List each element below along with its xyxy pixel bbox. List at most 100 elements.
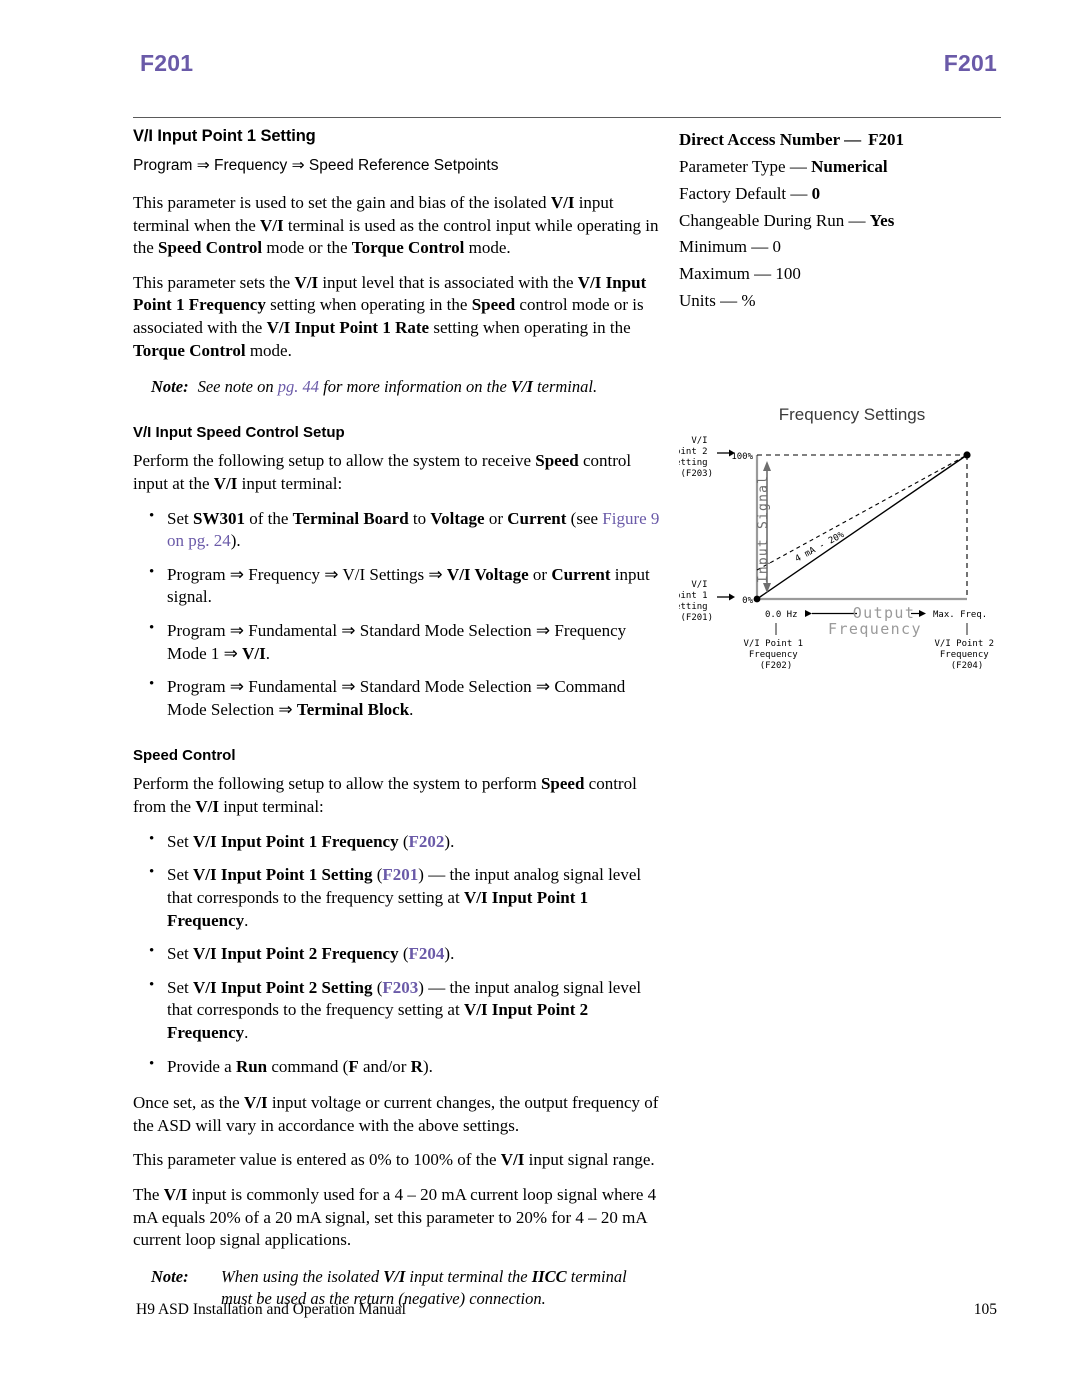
- text-fragment: to: [408, 508, 431, 528]
- text-fragment: input terminal:: [237, 473, 343, 493]
- text-bold: Current: [551, 564, 611, 584]
- running-head-right: F201: [943, 50, 997, 76]
- text-fragment: or: [484, 508, 508, 528]
- text-fragment: .: [409, 699, 414, 719]
- navigation-path: Program ⇒ Frequency ⇒ Speed Reference Se…: [133, 157, 499, 174]
- text-fragment: Provide a: [167, 1056, 236, 1076]
- text-fragment: Set: [167, 977, 193, 997]
- text-fragment: The: [133, 1185, 164, 1204]
- label-line: Setting: [679, 458, 708, 468]
- label-line: Frequency: [940, 650, 989, 660]
- cross-reference-link[interactable]: F201: [382, 865, 418, 884]
- text-fragment: Perform the following setup to allow the…: [133, 774, 541, 794]
- page-content: V/I Input Point 1 Setting Program ⇒ Freq…: [133, 117, 1001, 1310]
- text-fragment: mode.: [245, 340, 292, 360]
- parameter-value: Yes: [869, 210, 895, 230]
- chart-x-tick-right: Max. Freq.: [933, 610, 987, 620]
- cross-reference-link[interactable]: F204: [409, 944, 445, 963]
- heading-vi-input-speed-control-setup: V/I Input Speed Control Setup: [133, 424, 345, 442]
- y-axis-arrow-up-icon: [763, 461, 771, 471]
- main-column: V/I Input Point 1 Setting Program ⇒ Freq…: [133, 127, 661, 1310]
- parameter-key: Factory Default —: [679, 183, 808, 203]
- text-fragment: and/or: [358, 1056, 411, 1076]
- text-fragment: input terminal the: [405, 1266, 532, 1286]
- label-line: V/I: [691, 436, 707, 446]
- text-fragment: setting when operating in the: [265, 295, 472, 315]
- chart-x-tick-left: 0.0 Hz: [765, 610, 798, 620]
- text-fragment: (: [372, 865, 383, 885]
- chart-y-axis-label: Input Signal: [756, 475, 771, 583]
- x-axis-arrow-left-icon: [805, 610, 812, 617]
- parameter-row-changeable-during-run: Changeable During Run — Yes: [679, 208, 1001, 235]
- chart-series-default-line: [756, 454, 968, 600]
- cross-reference-link[interactable]: F203: [382, 978, 418, 997]
- list-item: Set SW301 of the Terminal Board to Volta…: [133, 507, 661, 553]
- parameter-key: Maximum —: [679, 264, 772, 284]
- label-line: Frequency: [749, 650, 798, 660]
- text-bold: V/I: [294, 272, 319, 292]
- heading-speed-control: Speed Control: [133, 747, 236, 765]
- label-line: V/I Point 2: [934, 639, 994, 649]
- label-line: Point 1: [679, 591, 708, 601]
- text-fragment: setting when operating in the: [429, 318, 631, 338]
- paragraph-detail: This parameter sets the V/I input level …: [133, 272, 661, 362]
- text-fragment: Set: [167, 865, 193, 885]
- cross-reference-link[interactable]: pg. 44: [278, 377, 319, 396]
- text-fragment: This parameter sets the: [133, 272, 295, 292]
- list-item: Set V/I Input Point 2 Setting (F203) — t…: [133, 976, 661, 1045]
- speed-control-bullet-list: Set V/I Input Point 1 Frequency (F202). …: [133, 830, 661, 1078]
- figure-title: Frequency Settings: [778, 405, 926, 424]
- note-block-1: Note: See note on pg. 44 for more inform…: [151, 376, 661, 398]
- chart-annotation-4ma: 4 mA - 20%: [794, 530, 847, 565]
- label-line: (F204): [951, 661, 984, 669]
- text-fragment: input signal range.: [524, 1150, 655, 1170]
- text-fragment: When using the isolated: [221, 1266, 384, 1286]
- page-footer: H9 ASD Installation and Operation Manual…: [136, 1301, 997, 1319]
- cross-reference-link[interactable]: F202: [409, 832, 445, 851]
- paragraph-overview: This parameter is used to set the gain a…: [133, 192, 661, 260]
- text-bold: F: [348, 1056, 359, 1076]
- parameter-info-panel: Direct Access Number — F201 Parameter Typ…: [679, 127, 1001, 315]
- label-vi-point-2-setting: V/I Point 2 Setting (F203): [679, 436, 713, 479]
- text-fragment: mode or the: [262, 238, 352, 258]
- text-fragment: input terminal:: [218, 797, 324, 817]
- text-fragment: ).: [422, 1056, 433, 1076]
- parameter-list: Direct Access Number — F201 Parameter Typ…: [679, 127, 1001, 315]
- parameter-value: 0: [772, 237, 782, 257]
- frequency-settings-chart: Input Signal 100% 0% V/I Point 2 Setting…: [679, 436, 994, 669]
- text-fragment: .: [265, 643, 271, 663]
- text-fragment: Once set, as the: [133, 1093, 244, 1113]
- chart-series-4ma-line: [756, 454, 968, 571]
- cross-reference-link[interactable]: pg. 24: [188, 531, 231, 550]
- parameter-value: %: [741, 291, 756, 311]
- parameter-value: 100: [775, 264, 801, 284]
- running-head-left: F201: [140, 50, 194, 76]
- parameter-value: Numerical: [811, 156, 888, 176]
- text-fragment: (: [398, 831, 409, 851]
- text-fragment: See note on: [197, 377, 278, 397]
- page-title: V/I Input Point 1 Setting: [133, 127, 316, 145]
- text-fragment: Set: [167, 831, 193, 851]
- text-bold: Speed: [471, 295, 516, 315]
- text-bold: Torque Control: [351, 238, 465, 258]
- list-item: Program ⇒ Fundamental ⇒ Standard Mode Se…: [133, 619, 661, 665]
- text-bold: Speed: [540, 774, 585, 794]
- text-fragment: ).: [230, 531, 241, 551]
- list-item: Set V/I Input Point 1 Setting (F201) — t…: [133, 863, 661, 932]
- text-bold: SW301: [192, 508, 245, 528]
- text-fragment: (: [398, 944, 409, 964]
- text-bold: V/I: [500, 1150, 525, 1170]
- text-fragment: input level that is associated with the: [318, 272, 578, 292]
- frequency-settings-figure: Frequency Settings Input Signal 100% 0% …: [679, 405, 1009, 675]
- list-item: Set V/I Input Point 2 Frequency (F204).: [133, 942, 661, 966]
- label-line: (F203): [680, 469, 713, 479]
- parameter-row-maximum: Maximum — 100: [679, 261, 1001, 288]
- text-bold: V/I: [213, 473, 238, 493]
- list-item: Set V/I Input Point 1 Frequency (F202).: [133, 830, 661, 854]
- header-rule: [133, 117, 1001, 118]
- text-fragment: (: [372, 977, 383, 997]
- chart-y-tick-top: 100%: [731, 452, 753, 462]
- text-fragment: Program ⇒ Fundamental ⇒ Standard Mode Se…: [167, 621, 627, 663]
- list-item: Program ⇒ Frequency ⇒ V/I Settings ⇒ V/I…: [133, 563, 661, 609]
- paragraph-value-range: This parameter value is entered as 0% to…: [133, 1149, 661, 1172]
